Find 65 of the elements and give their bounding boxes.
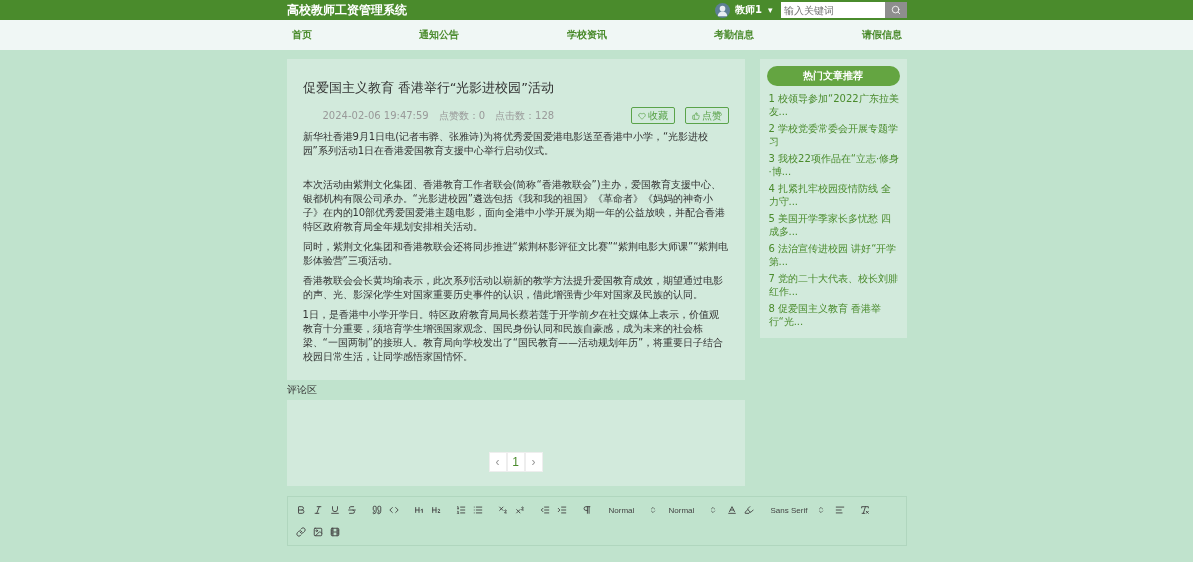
video-icon bbox=[330, 527, 340, 537]
quote-icon bbox=[372, 505, 382, 515]
sidebar-heading: 热门文章推荐 bbox=[766, 66, 900, 86]
site-title: 高校教师工资管理系统 bbox=[286, 1, 408, 19]
superscript-icon bbox=[515, 505, 525, 515]
thumbs-up-icon bbox=[691, 111, 700, 120]
nav-link[interactable]: 请假信息 bbox=[861, 28, 902, 42]
nav-link[interactable]: 首页 bbox=[291, 28, 312, 42]
article-link[interactable]: 2 学校党委常委会开展专题学习 bbox=[768, 122, 900, 148]
heading-icon bbox=[431, 505, 441, 515]
up-down-arrows-icon bbox=[816, 506, 825, 514]
nav-link[interactable]: 通知公告 bbox=[419, 28, 459, 42]
image-icon bbox=[313, 527, 323, 537]
link-icon bbox=[296, 527, 306, 537]
clear-format-icon bbox=[860, 505, 870, 515]
bullet-list-icon bbox=[473, 505, 483, 515]
search-field[interactable]: 输入关键词 bbox=[780, 2, 885, 18]
format-select[interactable]: Sans Serif bbox=[766, 503, 829, 517]
strikethrough-icon bbox=[347, 505, 357, 515]
search-icon bbox=[890, 5, 901, 15]
up-down-arrows-icon bbox=[648, 506, 657, 514]
click-count: 点击数：128 bbox=[495, 108, 555, 123]
outdent-icon bbox=[540, 505, 550, 515]
article-title: 促爱国主义教育 香港举行“光影进校园”活动 bbox=[302, 79, 556, 97]
indent-icon bbox=[557, 505, 567, 515]
article-link[interactable]: 5 美国开学季家长多忧愁 四成多... bbox=[768, 212, 900, 238]
search-button[interactable] bbox=[884, 2, 907, 18]
article-link[interactable]: 7 党的二十大代表、校长刘腓红作... bbox=[768, 272, 900, 298]
heart-icon bbox=[637, 111, 646, 120]
pilcrow-icon bbox=[582, 505, 592, 515]
highlight-icon bbox=[744, 505, 754, 515]
format-select[interactable]: Normal bbox=[604, 503, 661, 517]
article-paragraph: 本次活动由紫荆文化集团、香港教育工作者联会(简称“香港教联会”)主办，爱国教育支援中心、银都机构有限公司承办。“光影进校园”遴选包括《我和我的祖国》《革命者》《妈妈的神奇小子》在内的10部优秀爱国爱港主题电影，面向全港中小学开展为期一年的公益放映，并配合香港特区政府教育局全年规划安排相关活动。 bbox=[302, 178, 727, 234]
underline-icon bbox=[330, 505, 340, 515]
avatar-icon bbox=[715, 2, 730, 18]
bold-icon bbox=[296, 505, 306, 515]
caret-icon[interactable]: ▾ bbox=[767, 5, 773, 15]
article-link[interactable]: 3 我校22项作品在“立志·修身·博... bbox=[768, 152, 900, 178]
publish-date: 2024-02-06 19:47:59 bbox=[322, 110, 429, 121]
article-paragraph: 香港教联会会长黄均瑜表示，此次系列活动以崭新的教学方法提升爱国教育成效，期望通过电影的声、光、影深化学生对国家重要历史事件的认识，借此增强青少年对国家及民族的认同。 bbox=[302, 274, 724, 302]
like-count: 点赞数：0 bbox=[438, 108, 486, 123]
subscript-icon bbox=[498, 505, 508, 515]
article-paragraph: 新华社香港9月1日电(记者韦骅、张雅诗)为将优秀爱国爱港电影送至香港中小学，“光影进校园”系列活动1日在香港爱国教育支援中心举行启动仪式。 bbox=[302, 130, 710, 158]
align-icon bbox=[835, 505, 845, 515]
favorite-button[interactable]: 收藏 bbox=[630, 107, 675, 124]
heading-icon bbox=[414, 505, 424, 515]
article-paragraph: 1日，是香港中小学开学日。特区政府教育局局长蔡若莲于开学前夕在社交媒体上表示，价值观教育十分重要，须培育学生增强国家观念、国民身份认同和民族自豪感，成为未来的社会栋梁、“一国两制”的接班人。教育局向学校发出了“国民教育——活动规划年历”，将重要日子结合校园日常生活，让同学感悟家国情怀。 bbox=[302, 308, 725, 364]
comments-heading: 评论区 bbox=[286, 383, 318, 397]
article-link[interactable]: 6 法治宣传进校园 讲好“开学第... bbox=[768, 242, 900, 268]
pagination-button[interactable]: ‹ bbox=[488, 452, 507, 472]
up-down-arrows-icon bbox=[708, 506, 717, 514]
code-icon bbox=[389, 505, 399, 515]
article-link[interactable]: 1 校领导参加“2022广东拉美友... bbox=[768, 92, 900, 118]
nav-link[interactable]: 学校资讯 bbox=[566, 28, 607, 42]
italic-icon bbox=[313, 505, 323, 515]
like-button[interactable]: 点赞 bbox=[684, 107, 729, 124]
nav-link[interactable]: 考勤信息 bbox=[714, 28, 754, 42]
user-name[interactable]: 教师1 bbox=[735, 3, 762, 17]
article-link[interactable]: 4 扎紧扎牢校园疫情防线 全力守... bbox=[768, 182, 900, 208]
article-paragraph: 同时，紫荆文化集团和香港教联会还将同步推进“紫荆杯影评征文比赛”“紫荆电影大师课”“紫荆电影体验营”三项活动。 bbox=[302, 240, 729, 268]
format-select[interactable]: Normal bbox=[664, 503, 721, 517]
link-button[interactable] bbox=[293, 525, 309, 539]
ordered-list-icon bbox=[456, 505, 466, 515]
article-link[interactable]: 8 促爱国主义教育 香港举行“光... bbox=[768, 302, 900, 328]
text-color-icon bbox=[727, 505, 737, 515]
